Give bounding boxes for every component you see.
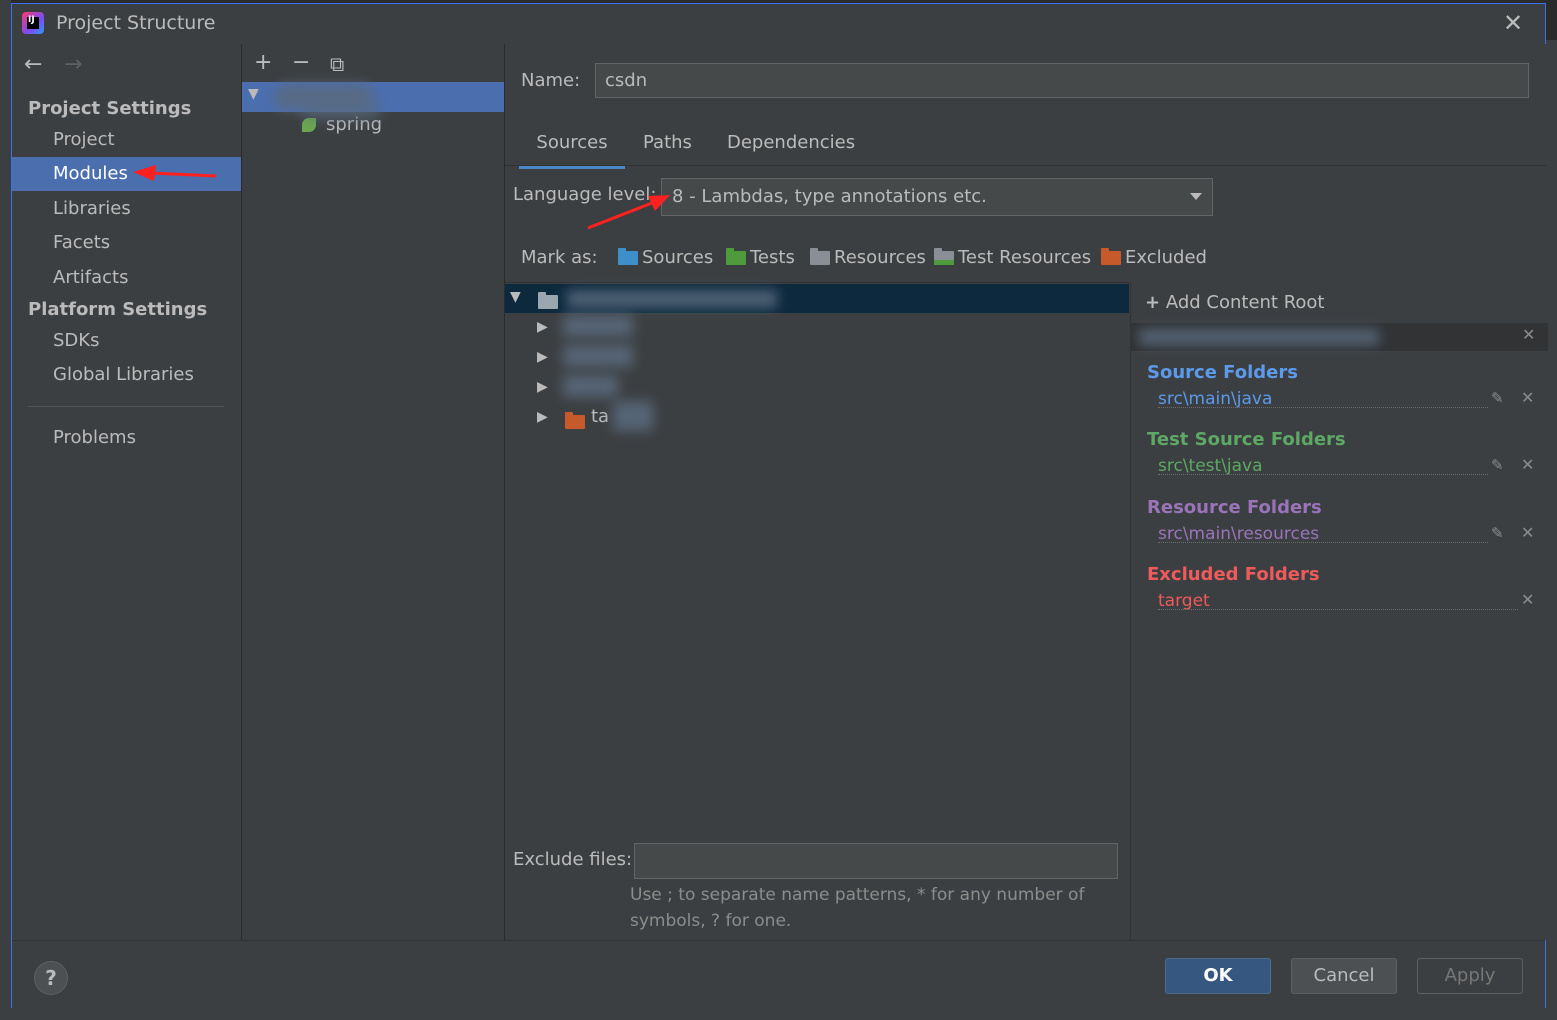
annotation-arrow-modules	[133, 165, 217, 181]
annotation-arrow-language-level	[587, 195, 670, 230]
annotation-arrows	[133, 165, 670, 230]
